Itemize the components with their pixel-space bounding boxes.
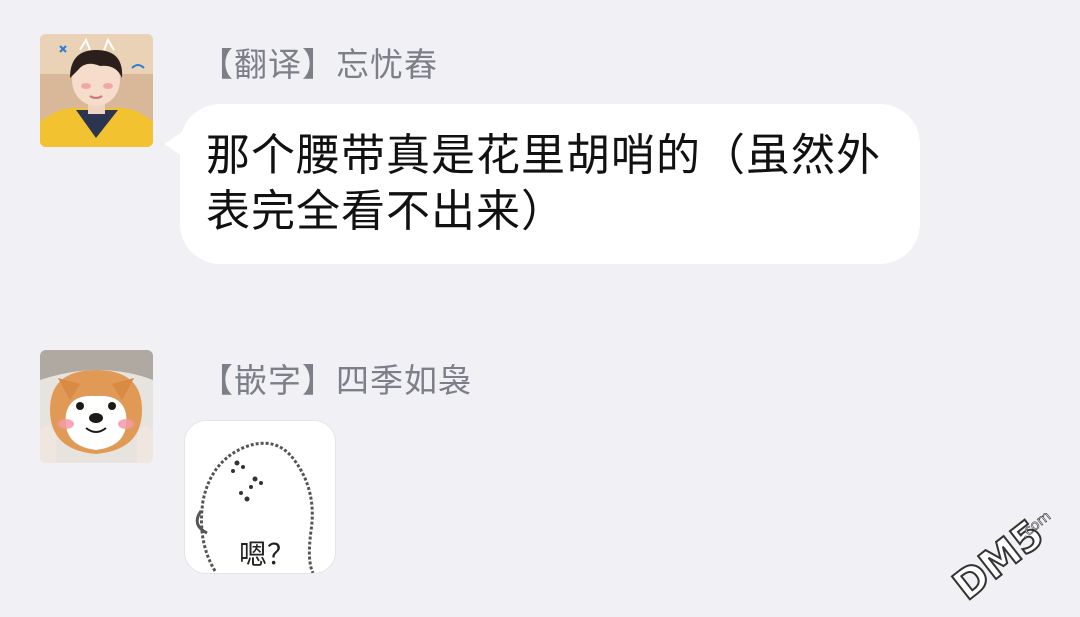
dm5-watermark: DM5 .com <box>934 495 1064 611</box>
sender-name: 【嵌字】四季如袅 <box>200 361 472 400</box>
message-text: 那个腰带真是花里胡哨的（虽然外表完全看不出来） <box>206 130 881 237</box>
sender-name: 【翻译】忘忧舂 <box>200 45 438 84</box>
sticker-image[interactable]: 嗯？ <box>184 420 336 574</box>
message-bubble[interactable]: 那个腰带真是花里胡哨的（虽然外表完全看不出来） <box>180 104 920 264</box>
sticker-caption: 嗯？ <box>239 538 296 571</box>
boy-avatar[interactable] <box>40 34 153 147</box>
shiba-dog-avatar[interactable] <box>40 350 153 463</box>
